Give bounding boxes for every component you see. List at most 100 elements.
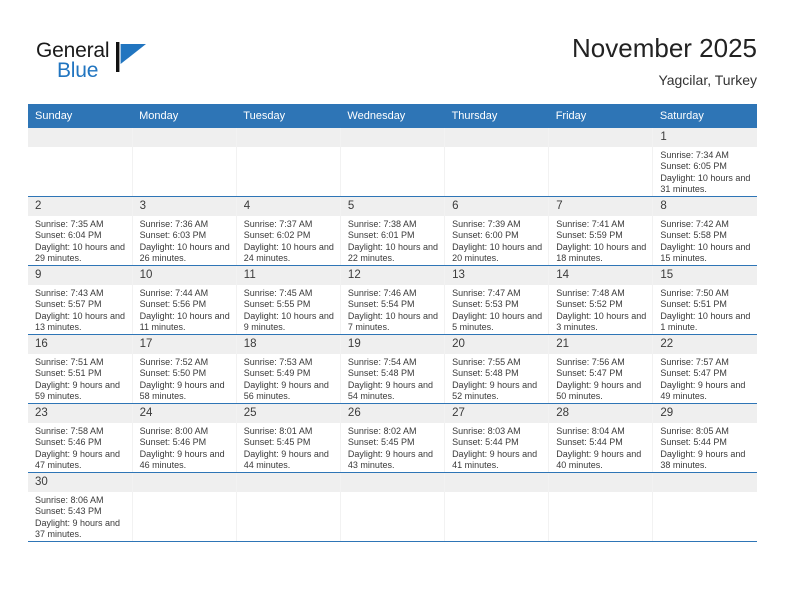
day-number: 18 [236, 335, 340, 354]
calendar-day-cell[interactable]: 11 Sunrise: 7:45 AM Sunset: 5:55 PM Dayligh… [236, 265, 341, 335]
day-details: Sunrise: 7:36 AM Sunset: 6:03 PM Daylight:… [133, 216, 236, 265]
daylight-duration: Daylight: 10 hours and 31 minutes. [660, 172, 751, 195]
calendar-day-cell[interactable]: 4 Sunrise: 7:37 AM Sunset: 6:02 PM Daylight… [236, 196, 341, 266]
day-details: Sunrise: 7:48 AM Sunset: 5:52 PM Daylight:… [549, 285, 652, 334]
day-number [340, 128, 445, 147]
weekday-header-row: Sunday Monday Tuesday Wednesday Thursday… [28, 104, 757, 128]
weekday-header-sunday: Sunday [28, 104, 133, 128]
calendar-day-cell[interactable]: 23 Sunrise: 7:58 AM Sunset: 5:46 PM Dayligh… [28, 403, 133, 473]
calendar-day-cell[interactable]: 29 Sunrise: 8:05 AM Sunset: 5:44 PM Dayligh… [652, 403, 757, 473]
page-header: General Blue November 2025 Yagcilar, Tur… [0, 0, 792, 100]
sunrise-time: Sunrise: 8:06 AM [35, 495, 104, 505]
sunrise-time: Sunrise: 8:05 AM [660, 426, 729, 436]
daylight-duration: Daylight: 10 hours and 11 minutes. [139, 310, 230, 333]
day-number: 17 [132, 335, 236, 354]
daylight-duration: Daylight: 10 hours and 7 minutes. [347, 310, 438, 333]
calendar-day-cell[interactable]: 6 Sunrise: 7:39 AM Sunset: 6:00 PM Daylight… [444, 196, 550, 266]
day-number: 28 [549, 404, 653, 423]
weekday-header-friday: Friday [548, 104, 653, 128]
calendar-day-cell[interactable]: 5 Sunrise: 7:38 AM Sunset: 6:01 PM Daylight… [340, 196, 446, 266]
sunrise-time: Sunrise: 7:39 AM [452, 219, 521, 229]
sunrise-time: Sunrise: 7:38 AM [347, 219, 417, 229]
sunset-time: Sunset: 5:52 PM [556, 299, 623, 310]
daylight-duration: Daylight: 10 hours and 3 minutes. [556, 310, 647, 333]
calendar-day-cell[interactable]: 27 Sunrise: 8:03 AM Sunset: 5:44 PM Dayligh… [444, 403, 550, 473]
sunset-time: Sunset: 6:01 PM [347, 230, 415, 241]
calendar-day-cell[interactable]: 2 Sunrise: 7:35 AM Sunset: 6:04 PM Daylight… [28, 196, 133, 266]
calendar-day-cell[interactable]: 17 Sunrise: 7:52 AM Sunset: 5:50 PM Dayligh… [132, 334, 237, 404]
sunrise-time: Sunrise: 7:54 AM [347, 357, 417, 367]
calendar-day-cell[interactable]: 9 Sunrise: 7:43 AM Sunset: 5:57 PM Daylight… [28, 265, 133, 335]
sunset-time: Sunset: 5:50 PM [139, 368, 207, 379]
day-details: Sunrise: 8:04 AM Sunset: 5:44 PM Daylight:… [549, 423, 652, 472]
calendar-day-cell[interactable]: 21 Sunrise: 7:56 AM Sunset: 5:47 PM Dayligh… [548, 334, 654, 404]
sunrise-time: Sunrise: 7:57 AM [660, 357, 729, 367]
day-details: Sunrise: 8:00 AM Sunset: 5:46 PM Daylight:… [133, 423, 236, 472]
calendar-day-cell-empty [444, 472, 550, 542]
day-number: 26 [340, 404, 445, 423]
day-details: Sunrise: 7:56 AM Sunset: 5:47 PM Daylight:… [549, 354, 652, 403]
daylight-duration: Daylight: 10 hours and 29 minutes. [35, 241, 126, 264]
sunrise-time: Sunrise: 7:58 AM [35, 426, 104, 436]
sunrise-time: Sunrise: 7:44 AM [139, 288, 209, 298]
sunset-time: Sunset: 6:03 PM [139, 230, 207, 241]
daylight-duration: Daylight: 10 hours and 20 minutes. [452, 241, 543, 264]
calendar-day-cell[interactable]: 19 Sunrise: 7:54 AM Sunset: 5:48 PM Dayligh… [340, 334, 446, 404]
calendar-day-cell[interactable]: 1 Sunrise: 7:34 AM Sunset: 6:05 PM Daylight… [652, 128, 757, 197]
calendar-day-cell-empty [132, 128, 237, 197]
day-number: 24 [132, 404, 236, 423]
calendar-day-cell[interactable]: 18 Sunrise: 7:53 AM Sunset: 5:49 PM Dayligh… [236, 334, 341, 404]
sunrise-time: Sunrise: 7:52 AM [139, 357, 209, 367]
sunset-time: Sunset: 6:05 PM [660, 161, 727, 172]
day-details: Sunrise: 8:03 AM Sunset: 5:44 PM Daylight:… [445, 423, 548, 472]
daylight-duration: Daylight: 9 hours and 43 minutes. [347, 448, 433, 471]
calendar-day-cell[interactable]: 20 Sunrise: 7:55 AM Sunset: 5:48 PM Dayligh… [444, 334, 550, 404]
blue-flag-triangle-icon [116, 42, 148, 72]
sunrise-time: Sunrise: 7:34 AM [660, 150, 729, 160]
calendar-day-cell[interactable]: 30 Sunrise: 8:06 AM Sunset: 5:43 PM Dayligh… [28, 472, 133, 542]
daylight-duration: Daylight: 9 hours and 58 minutes. [139, 379, 225, 402]
calendar-day-cell[interactable]: 25 Sunrise: 8:01 AM Sunset: 5:45 PM Dayligh… [236, 403, 341, 473]
sunrise-time: Sunrise: 7:47 AM [452, 288, 521, 298]
daylight-duration: Daylight: 10 hours and 24 minutes. [243, 241, 334, 264]
daylight-duration: Daylight: 10 hours and 1 minute. [660, 310, 751, 333]
calendar-day-cell[interactable]: 22 Sunrise: 7:57 AM Sunset: 5:47 PM Dayligh… [652, 334, 757, 404]
calendar-day-cell[interactable]: 28 Sunrise: 8:04 AM Sunset: 5:44 PM Dayligh… [548, 403, 654, 473]
day-number: 21 [549, 335, 653, 354]
calendar-day-cell-empty [652, 472, 757, 542]
sunrise-time: Sunrise: 7:42 AM [660, 219, 729, 229]
calendar-day-cell[interactable]: 3 Sunrise: 7:36 AM Sunset: 6:03 PM Daylight… [132, 196, 237, 266]
daylight-duration: Daylight: 9 hours and 54 minutes. [347, 379, 433, 402]
day-details: Sunrise: 7:50 AM Sunset: 5:51 PM Daylight:… [653, 285, 757, 334]
brand-logo[interactable]: General Blue [36, 40, 216, 92]
daylight-duration: Daylight: 9 hours and 44 minutes. [243, 448, 329, 471]
calendar-day-cell[interactable]: 7 Sunrise: 7:41 AM Sunset: 5:59 PM Daylight… [548, 196, 654, 266]
weekday-header-thursday: Thursday [444, 104, 549, 128]
day-number: 22 [653, 335, 757, 354]
day-details: Sunrise: 8:05 AM Sunset: 5:44 PM Daylight:… [653, 423, 757, 472]
calendar-day-cell[interactable]: 16 Sunrise: 7:51 AM Sunset: 5:51 PM Dayligh… [28, 334, 133, 404]
day-number: 13 [445, 266, 549, 285]
sunset-time: Sunset: 5:45 PM [347, 437, 415, 448]
calendar-week-row: 30 Sunrise: 8:06 AM Sunset: 5:43 PM Dayligh… [28, 472, 757, 542]
daylight-duration: Daylight: 10 hours and 26 minutes. [139, 241, 230, 264]
calendar-day-cell[interactable]: 14 Sunrise: 7:48 AM Sunset: 5:52 PM Dayligh… [548, 265, 654, 335]
sunrise-time: Sunrise: 8:01 AM [243, 426, 313, 436]
calendar-day-cell[interactable]: 15 Sunrise: 7:50 AM Sunset: 5:51 PM Dayligh… [652, 265, 757, 335]
calendar-header-row: Sunday Monday Tuesday Wednesday Thursday… [28, 104, 757, 128]
day-details: Sunrise: 7:45 AM Sunset: 5:55 PM Daylight:… [237, 285, 340, 334]
day-details: Sunrise: 7:53 AM Sunset: 5:49 PM Daylight:… [237, 354, 340, 403]
calendar-day-cell[interactable]: 24 Sunrise: 8:00 AM Sunset: 5:46 PM Dayligh… [132, 403, 237, 473]
calendar-day-cell[interactable]: 13 Sunrise: 7:47 AM Sunset: 5:53 PM Dayligh… [444, 265, 550, 335]
calendar-day-cell[interactable]: 8 Sunrise: 7:42 AM Sunset: 5:58 PM Daylight… [652, 196, 757, 266]
calendar-day-cell[interactable]: 12 Sunrise: 7:46 AM Sunset: 5:54 PM Dayligh… [340, 265, 446, 335]
sunset-time: Sunset: 5:46 PM [139, 437, 207, 448]
day-number: 7 [549, 197, 653, 216]
calendar-week-row: 9 Sunrise: 7:43 AM Sunset: 5:57 PM Daylight… [28, 265, 757, 335]
calendar-day-cell[interactable]: 26 Sunrise: 8:02 AM Sunset: 5:45 PM Dayligh… [340, 403, 446, 473]
sunset-time: Sunset: 5:55 PM [243, 299, 311, 310]
day-details: Sunrise: 7:38 AM Sunset: 6:01 PM Daylight:… [341, 216, 444, 265]
daylight-duration: Daylight: 9 hours and 47 minutes. [35, 448, 121, 471]
daylight-duration: Daylight: 10 hours and 15 minutes. [660, 241, 751, 264]
calendar-day-cell[interactable]: 10 Sunrise: 7:44 AM Sunset: 5:56 PM Dayligh… [132, 265, 237, 335]
